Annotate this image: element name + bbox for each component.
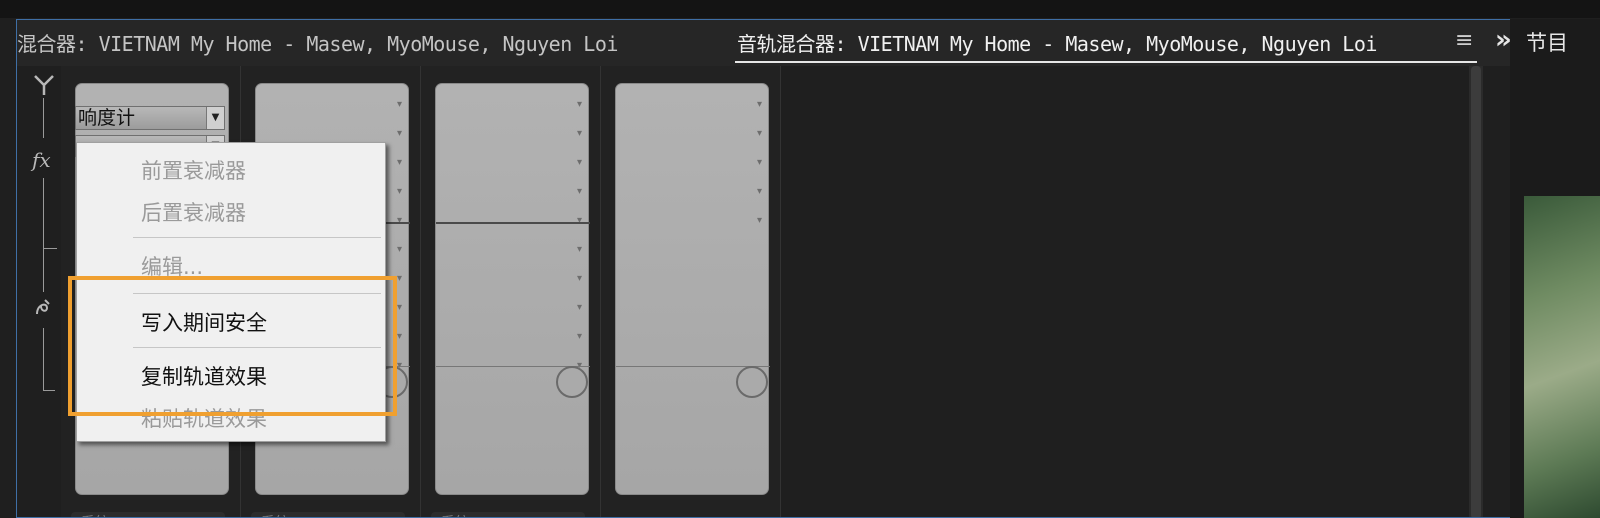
effect-select-dropdown[interactable]: 响度计 ▼ bbox=[75, 106, 225, 130]
channel-output-3[interactable]: 系统 bbox=[431, 512, 585, 517]
effects-y-icon[interactable] bbox=[33, 74, 55, 102]
menu-item-pre-fader[interactable]: 前置衰减器 bbox=[141, 155, 246, 185]
annotation-highlight-box bbox=[68, 276, 397, 416]
send-level-knob[interactable] bbox=[736, 366, 768, 398]
effect-slots-3[interactable]: ▾▾▾▾▾▾▾▾▾▾ bbox=[435, 83, 590, 495]
panel-tab-row: 混合器: VIETNAM My Home - Masew, MyoMouse, … bbox=[17, 20, 1521, 66]
menu-item-post-fader[interactable]: 后置衰减器 bbox=[141, 197, 246, 227]
sends-icon[interactable] bbox=[33, 296, 53, 323]
program-monitor-panel: 节目 bbox=[1510, 19, 1600, 518]
top-strip bbox=[0, 0, 1600, 18]
slot-dropdown-arrows[interactable]: ▾ ▾ ▾ ▾ ▾ bbox=[757, 90, 762, 235]
effect-slots-4[interactable]: ▾ ▾ ▾ ▾ ▾ bbox=[615, 83, 770, 495]
slot-dropdown-arrows[interactable]: ▾▾▾▾▾▾▾▾▾▾ bbox=[397, 90, 402, 380]
channel-output-2[interactable]: 系统 bbox=[251, 512, 405, 517]
effects-sends-rail: fx bbox=[17, 66, 67, 517]
slot-dropdown-arrows[interactable]: ▾▾▾▾▾▾▾▾▾▾ bbox=[577, 90, 582, 380]
vertical-scrollbar[interactable] bbox=[1469, 66, 1483, 517]
effect-select-label: 响度计 bbox=[78, 107, 136, 129]
program-monitor-title[interactable]: 节目 bbox=[1526, 27, 1568, 57]
audio-track-mixer-tab[interactable]: 音轨混合器: VIETNAM My Home - Masew, MyoMouse… bbox=[737, 28, 1377, 57]
mixer-channel-4: ▾ ▾ ▾ ▾ ▾ bbox=[601, 66, 781, 517]
send-level-knob[interactable] bbox=[556, 366, 588, 398]
panel-menu-icon[interactable]: ≡ bbox=[1455, 28, 1473, 53]
mixer-channel-3: ▾▾▾▾▾▾▾▾▾▾ 系统 bbox=[421, 66, 601, 517]
program-preview-image bbox=[1524, 196, 1600, 518]
chevron-down-icon[interactable]: ▼ bbox=[206, 107, 224, 129]
scrollbar-thumb[interactable] bbox=[1471, 66, 1481, 517]
channel-output-1[interactable]: 系统 bbox=[71, 512, 225, 517]
mixer-tab-inactive[interactable]: 混合器: VIETNAM My Home - Masew, MyoMouse, … bbox=[17, 28, 618, 57]
fx-icon[interactable]: fx bbox=[32, 148, 51, 172]
active-tab-underline bbox=[735, 61, 1477, 63]
menu-separator bbox=[133, 237, 381, 238]
